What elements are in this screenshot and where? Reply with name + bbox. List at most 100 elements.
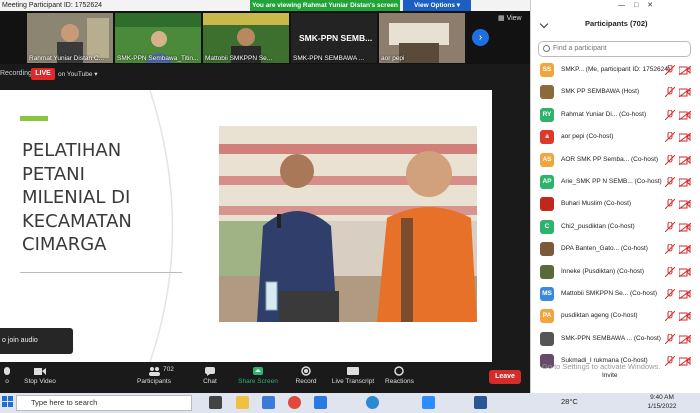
participant-status-icons bbox=[665, 65, 695, 75]
participant-name: SMK-PPN SEMBAWA ... (Co-host) bbox=[561, 334, 661, 342]
mic-muted-icon bbox=[665, 311, 675, 322]
participant-row[interactable]: SMK-PPN SEMBAWA ... (Co-host) bbox=[540, 331, 695, 348]
slide-title-line: KECAMATAN bbox=[22, 210, 132, 232]
participant-row[interactable]: RY Rahmat Yuniar Di... (Co-host) bbox=[540, 107, 695, 124]
video-off-icon bbox=[679, 133, 691, 143]
recording-label: Recording bbox=[0, 70, 32, 77]
participant-status-icons bbox=[665, 87, 695, 98]
tile-name: SMK-PPN Sembawa_Titin... bbox=[117, 55, 199, 62]
taskbar-search-input[interactable]: Type here to search bbox=[16, 395, 192, 411]
participant-name: Mattobii SMKPPN Se... (Co-host) bbox=[561, 290, 658, 297]
participant-status-icons bbox=[665, 266, 695, 277]
tile-name: Rahmat Yuniar Distan C... bbox=[29, 55, 105, 62]
video-off-icon bbox=[679, 357, 691, 367]
mic-muted-icon bbox=[665, 154, 675, 165]
video-off-icon bbox=[679, 200, 691, 210]
avatar: RY bbox=[540, 107, 554, 122]
participant-row[interactable]: AS AOR SMK PP Semba... (Co-host) bbox=[540, 152, 695, 169]
audio-icon bbox=[4, 367, 10, 375]
participant-row[interactable]: DPA Banten_Gato... (Co-host) bbox=[540, 242, 695, 258]
participant-row[interactable]: C Chi2_pusdiktan (Co-host) bbox=[540, 219, 695, 236]
share-screen-button[interactable]: Share Screen bbox=[238, 366, 278, 385]
mail-icon[interactable] bbox=[314, 396, 327, 409]
system-clock[interactable]: 9:40 AM 1/15/2022 bbox=[642, 393, 682, 411]
windows-start-icon[interactable] bbox=[2, 396, 14, 408]
view-button[interactable]: ▦ View bbox=[498, 14, 522, 22]
video-tile[interactable]: Rahmat Yuniar Distan C... bbox=[27, 13, 113, 63]
live-badge[interactable]: LIVE bbox=[31, 68, 55, 80]
gallery-next-icon[interactable]: › bbox=[472, 29, 489, 46]
window-controls[interactable]: —□✕ bbox=[618, 1, 662, 9]
stop-video-button[interactable]: Stop Video bbox=[20, 366, 60, 385]
participant-name: SMK PP SEMBAWA (Host) bbox=[561, 88, 640, 96]
activate-windows-watermark: Go to Settings to activate Windows. bbox=[542, 362, 661, 371]
participant-status-icons bbox=[665, 221, 695, 232]
video-tile[interactable]: SMK-PPN Sembawa_Titin... bbox=[115, 13, 201, 63]
video-tile[interactable]: aor pepi bbox=[379, 13, 465, 63]
clock-time: 9:40 AM bbox=[650, 394, 674, 401]
participant-name: pusdiktan ageng (Co-host) bbox=[561, 312, 638, 320]
clock-date: 1/15/2022 bbox=[647, 403, 677, 410]
participant-status-icons bbox=[665, 177, 695, 187]
leave-button[interactable]: Leave bbox=[489, 370, 521, 384]
audio-button[interactable]: o bbox=[0, 366, 14, 385]
chrome-icon[interactable] bbox=[288, 396, 301, 409]
avatar: C bbox=[540, 219, 554, 234]
participant-name: Arie_SMK PP N SEMB... (Co-host) bbox=[561, 178, 662, 185]
avatar: SS bbox=[540, 63, 554, 77]
participant-row[interactable]: PA pusdiktan ageng (Co-host) bbox=[540, 309, 695, 325]
participant-status-icons bbox=[665, 311, 695, 322]
video-icon bbox=[34, 368, 46, 375]
avatar bbox=[540, 197, 554, 212]
participant-name: DPA Banten_Gato... (Co-host) bbox=[561, 245, 648, 253]
participant-row[interactable]: AP Arie_SMK PP N SEMB... (Co-host) bbox=[540, 175, 695, 191]
avatar: PA bbox=[540, 309, 554, 324]
avatar bbox=[540, 264, 554, 279]
participant-status-icons bbox=[665, 199, 695, 210]
video-off-icon bbox=[679, 178, 691, 187]
word-icon[interactable] bbox=[474, 396, 487, 409]
file-explorer-icon[interactable] bbox=[236, 396, 249, 409]
video-tile[interactable]: Mattobii SMKPPN Se... bbox=[203, 13, 289, 63]
slide-title-line: PELATIHAN bbox=[22, 140, 122, 161]
view-options-button[interactable]: View Options ▾ bbox=[403, 0, 471, 11]
reactions-button[interactable]: Reactions bbox=[385, 366, 414, 385]
tile-name: aor pepi bbox=[381, 55, 405, 62]
zoom-icon[interactable] bbox=[422, 396, 435, 409]
video-tile[interactable]: SMK-PPN SEMB... SMK-PPN SEMBAWA ... bbox=[291, 13, 377, 63]
record-button[interactable]: Record bbox=[294, 366, 318, 385]
participant-name: AOR SMK PP Semba... (Co-host) bbox=[561, 155, 659, 163]
live-transcript-button[interactable]: Live Transcript bbox=[331, 366, 375, 385]
participant-count: 702 bbox=[163, 366, 174, 373]
participant-row[interactable]: Inneke (Pusdiktan) (Co-host) bbox=[540, 264, 695, 281]
participant-row[interactable]: SMK PP SEMBAWA (Host) bbox=[540, 85, 695, 101]
participant-row[interactable]: Buhari Muslim (Co-host) bbox=[540, 197, 695, 213]
mic-muted-icon bbox=[665, 177, 675, 187]
invite-button[interactable]: Invite bbox=[602, 372, 618, 379]
chat-button[interactable]: Chat bbox=[196, 366, 224, 385]
participant-search-input[interactable]: Find a participant bbox=[538, 41, 691, 57]
slide-title-line: CIMARGA bbox=[22, 234, 107, 255]
video-gallery-strip: Rahmat Yuniar Distan C... SMK-PPN Sembaw… bbox=[0, 11, 530, 64]
participant-row[interactable]: SS SMKP... (Me, participant ID: 1752624) bbox=[540, 63, 695, 79]
edge-icon[interactable] bbox=[366, 396, 379, 409]
video-off-icon bbox=[679, 66, 691, 75]
mic-muted-icon bbox=[665, 244, 675, 255]
mic-muted-icon bbox=[665, 289, 675, 299]
weather-temperature[interactable]: 28°C bbox=[561, 397, 578, 406]
avatar bbox=[540, 242, 554, 257]
live-on-youtube-dropdown[interactable]: on YouTube ▾ bbox=[58, 70, 98, 78]
participant-row[interactable]: MS Mattobii SMKPPN Se... (Co-host) bbox=[540, 287, 695, 303]
participant-name: Chi2_pusdiktan (Co-host) bbox=[561, 222, 635, 230]
store-icon[interactable] bbox=[262, 396, 275, 409]
video-off-icon bbox=[679, 155, 691, 165]
join-audio-tooltip[interactable]: o join audio bbox=[0, 328, 73, 354]
video-off-icon bbox=[679, 312, 691, 322]
reactions-icon bbox=[394, 366, 404, 376]
record-icon bbox=[301, 366, 311, 376]
tile-big-name: SMK-PPN SEMB... bbox=[299, 33, 373, 43]
task-view-icon[interactable] bbox=[209, 396, 222, 409]
participant-name: Inneke (Pusdiktan) (Co-host) bbox=[561, 267, 645, 275]
participant-name: aor pepi (Co-host) bbox=[561, 133, 614, 141]
participant-row[interactable]: a aor pepi (Co-host) bbox=[540, 130, 695, 146]
